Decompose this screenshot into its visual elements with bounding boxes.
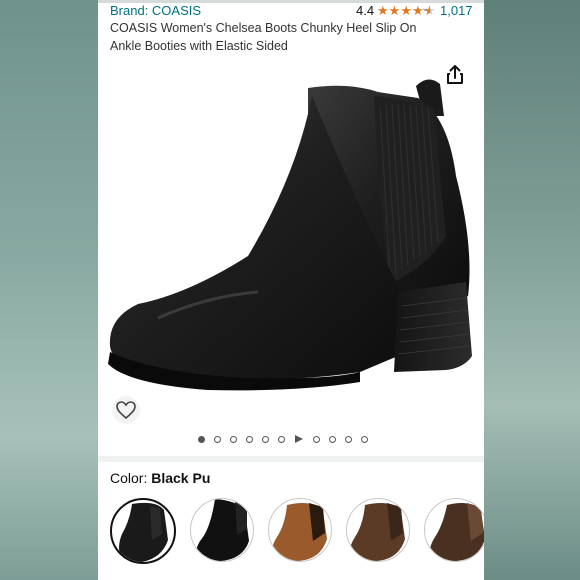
- background-right: [484, 0, 580, 580]
- gallery-dot[interactable]: [361, 435, 368, 443]
- gallery-dot[interactable]: [262, 435, 269, 443]
- gallery-pagination: [198, 435, 368, 443]
- color-label: Color: Black Pu: [110, 470, 210, 486]
- color-swatches: [110, 498, 484, 564]
- rating-count-link[interactable]: 1,017: [440, 3, 473, 18]
- gallery-dot[interactable]: [345, 435, 352, 443]
- selected-color: Black Pu: [151, 470, 211, 486]
- color-label-prefix: Color:: [110, 470, 152, 486]
- swatch-black-suede[interactable]: [190, 498, 254, 562]
- swatch-brown[interactable]: [268, 498, 332, 562]
- brand-link[interactable]: Brand: COASIS: [110, 3, 201, 18]
- heart-icon[interactable]: [112, 396, 140, 424]
- section-divider: [98, 456, 484, 462]
- chevron-down-icon[interactable]: ⌄: [421, 3, 429, 14]
- gallery-dot[interactable]: [329, 435, 336, 443]
- gallery-dot[interactable]: [214, 435, 221, 443]
- star-icon: ★: [388, 3, 401, 18]
- share-icon[interactable]: [442, 62, 468, 88]
- gallery-dot[interactable]: [278, 435, 285, 443]
- boot-image: [108, 79, 472, 391]
- star-icon: ★: [377, 3, 389, 18]
- background-left: [0, 0, 98, 580]
- product-page: Brand: COASIS 4.4 ★ ★ ★ ★ ★ ⌄ 1,017 COAS…: [98, 0, 484, 580]
- gallery-dot[interactable]: [230, 435, 237, 443]
- swatch-dark-brown[interactable]: [346, 498, 410, 562]
- swatch-black-pu[interactable]: [110, 498, 176, 564]
- gallery-dot[interactable]: [198, 435, 205, 443]
- gallery-dot[interactable]: [313, 435, 320, 443]
- rating-value: 4.4: [356, 3, 375, 18]
- product-image[interactable]: [98, 56, 484, 428]
- video-play-icon[interactable]: [295, 435, 303, 443]
- gallery-dot[interactable]: [246, 435, 253, 443]
- star-icon: ★: [400, 3, 412, 18]
- swatch-brown-5[interactable]: [424, 498, 484, 562]
- product-title: COASIS Women's Chelsea Boots Chunky Heel…: [110, 21, 417, 53]
